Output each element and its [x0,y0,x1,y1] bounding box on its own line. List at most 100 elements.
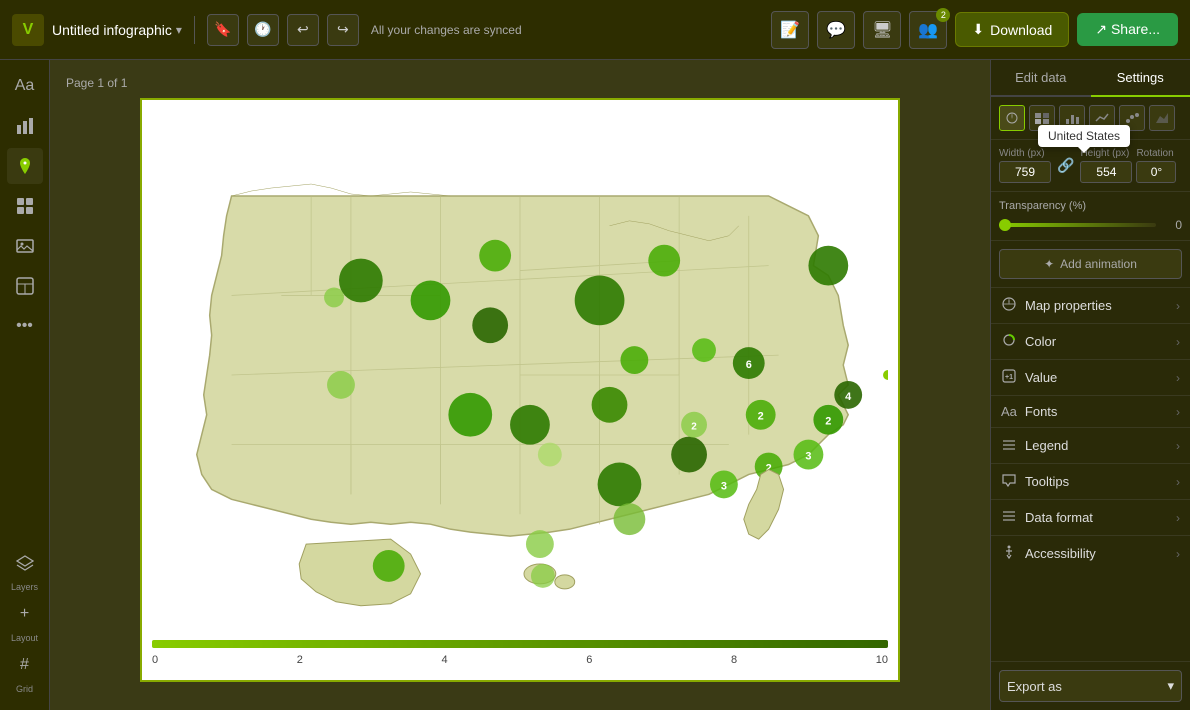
download-button[interactable]: ⬇ Download [955,12,1069,47]
svg-text:6: 6 [746,359,752,371]
legend-label: Legend [1025,438,1176,453]
rotation-input[interactable] [1136,161,1176,183]
sidebar-item-layout[interactable]: + [7,596,43,632]
width-group: Width (px) [999,148,1051,183]
svg-text:4: 4 [845,391,852,403]
svg-text:3: 3 [805,451,811,463]
sidebar-group-layout[interactable]: + Layout [7,596,43,643]
share-button[interactable]: ↗ Share... [1077,13,1178,46]
grid-label: Grid [16,684,33,694]
tooltips-label: Tooltips [1025,474,1176,489]
sidebar-item-maps[interactable] [7,148,43,184]
dimensions-row: Width (px) 🔗 Height (px) Rotation [991,140,1190,192]
width-input[interactable] [999,161,1051,183]
doc-title-chevron[interactable]: ▾ [176,23,182,37]
data-format-chevron: › [1176,511,1180,525]
anim-icon: ✦ [1044,257,1054,271]
fonts-label: Fonts [1025,404,1176,419]
height-group: Height (px) [1080,148,1132,183]
section-tooltips[interactable]: Tooltips › [991,463,1190,499]
share-icon: ↗ [1095,21,1107,37]
sidebar-item-widgets[interactable] [7,268,43,304]
data-format-icon [1001,508,1017,527]
map-type-area[interactable] [1149,105,1175,131]
map-type-world[interactable] [999,105,1025,131]
section-map-properties[interactable]: Map properties › [991,287,1190,323]
sidebar-item-text[interactable]: Aa [7,68,43,104]
legend-chevron: › [1176,439,1180,453]
export-chevron: ▾ [1167,678,1174,694]
slider-thumb[interactable] [999,219,1011,231]
sidebar-item-grid[interactable]: # [7,647,43,683]
data-format-label: Data format [1025,510,1176,525]
resize-handle[interactable] [884,371,888,379]
width-label: Width (px) [999,148,1051,159]
color-label: Color [1025,334,1176,349]
anim-label: Add animation [1060,257,1137,271]
height-input[interactable] [1080,161,1132,183]
value-icon: +1 [1001,368,1017,387]
map-properties-chevron: › [1176,299,1180,313]
fonts-chevron: › [1176,405,1180,419]
share-label: Share... [1111,21,1160,37]
sidebar-item-layers[interactable] [7,545,43,581]
redo-btn[interactable]: ↪ [327,14,359,46]
section-fonts[interactable]: Aa Fonts › [991,395,1190,427]
x-axis-2: 2 [297,654,303,666]
sidebar-group-layers[interactable]: Layers [7,545,43,592]
map-container[interactable]: 6 6 2 2 2 4 3 3 2 [152,110,888,640]
export-label: Export as [1007,679,1062,694]
layout-label: Layout [11,633,38,643]
left-sidebar: Aa [0,60,50,710]
tab-edit-data[interactable]: Edit data [991,60,1091,97]
transparency-slider[interactable] [999,223,1156,227]
layers-label: Layers [11,582,38,592]
progress-bar [152,640,888,648]
accessibility-icon [1001,544,1017,563]
link-icon[interactable]: 🔗 [1055,157,1076,174]
comment-btn[interactable]: 💬 [817,11,855,49]
doc-title[interactable]: Untitled infographic ▾ [52,22,182,38]
sidebar-item-more[interactable]: ••• [7,308,43,344]
accessibility-label: Accessibility [1025,546,1176,561]
collaborate-btn[interactable]: 👥 2 [909,11,947,49]
sidebar-bottom: Layers + Layout # Grid [7,537,43,702]
export-button[interactable]: Export as ▾ [999,670,1182,702]
export-row[interactable]: Export as ▾ [991,661,1190,710]
tab-settings[interactable]: Settings [1091,60,1190,97]
x-axis-8: 8 [731,654,737,666]
section-color[interactable]: Color › [991,323,1190,359]
add-animation-button[interactable]: ✦ Add animation [999,249,1182,279]
value-label: Value [1025,370,1176,385]
topbar: V Untitled infographic ▾ 🔖 🕐 ↩ ↪ All you… [0,0,1190,60]
section-legend[interactable]: Legend › [991,427,1190,463]
bookmark-btn[interactable]: 🔖 [207,14,239,46]
sidebar-group-grid[interactable]: # Grid [7,647,43,694]
collaborate-badge: 2 [936,8,950,22]
section-value[interactable]: +1 Value › [991,359,1190,395]
notes-btn[interactable]: 📝 [771,11,809,49]
topbar-right: 📝 💬 🖥 👥 2 ⬇ Download ↗ Share... [771,11,1178,49]
canvas-area[interactable]: Page 1 of 1 [50,60,990,710]
preview-btn[interactable]: 🖥 [863,11,901,49]
history-btn[interactable]: 🕐 [247,14,279,46]
map-properties-label: Map properties [1025,298,1176,313]
sync-text: All your changes are synced [371,23,522,37]
canvas-frame[interactable]: 6 6 2 2 2 4 3 3 2 [140,98,900,682]
color-chevron: › [1176,335,1180,349]
x-axis-6: 6 [586,654,592,666]
svg-text:3: 3 [721,480,727,492]
sidebar-item-image[interactable] [7,228,43,264]
section-accessibility[interactable]: Accessibility › [991,535,1190,571]
transparency-label: Transparency (%) [999,200,1182,212]
transparency-control: 0 [999,218,1182,232]
map-properties-icon [1001,296,1017,315]
doc-title-text[interactable]: Untitled infographic [52,22,172,38]
sidebar-item-charts[interactable] [7,108,43,144]
transparency-value: 0 [1162,218,1182,232]
x-axis-10: 10 [876,654,888,666]
sidebar-item-layout-top[interactable] [7,188,43,224]
undo-btn[interactable]: ↩ [287,14,319,46]
section-data-format[interactable]: Data format › [991,499,1190,535]
right-panel: Edit data Settings United [990,60,1190,710]
